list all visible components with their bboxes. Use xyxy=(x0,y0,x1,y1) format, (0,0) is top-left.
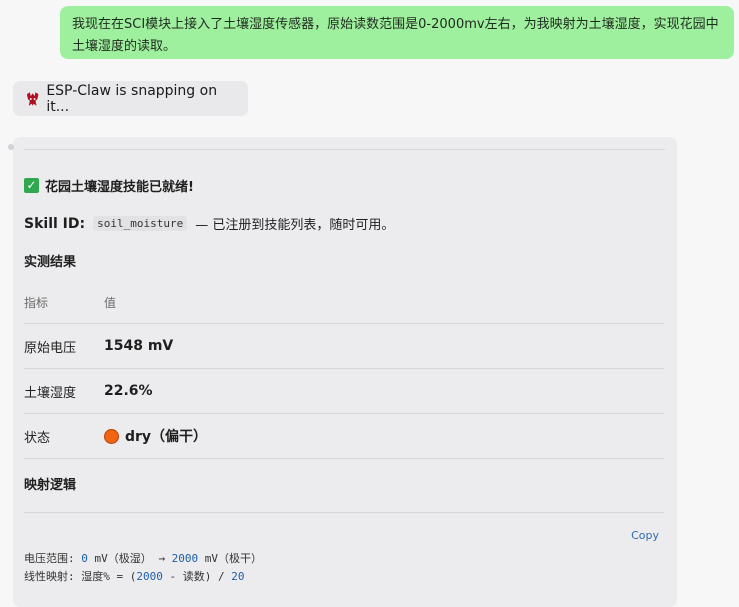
value-cell: 1548 mV xyxy=(104,338,174,354)
skill-id-line: Skill ID: soil_moisture — 已注册到技能列表，随时可用。 xyxy=(24,214,395,234)
metric-cell: 原始电压 xyxy=(24,340,77,356)
agent-status-pill: ESP-Claw is snapping on it... xyxy=(13,81,248,116)
code-text: mV（极干） xyxy=(198,552,262,565)
assistant-reply-card: ✓ 花园土壤湿度技能已就绪! Skill ID: soil_moisture —… xyxy=(8,137,677,607)
table-row: 土壤湿度 22.6% xyxy=(24,369,664,413)
skill-id-value: soil_moisture xyxy=(93,216,188,231)
code-block: 电压范围: 0 mV（极湿） → 2000 mV（极干） 线性映射: 湿度% =… xyxy=(24,550,262,586)
header-value: 值 xyxy=(104,295,117,310)
code-line-1: 电压范围: 0 mV（极湿） → 2000 mV（极干） xyxy=(24,552,262,565)
copy-button[interactable]: Copy xyxy=(631,529,659,542)
code-number: 2000 xyxy=(136,570,163,583)
status-orange-circle-icon xyxy=(104,428,119,444)
mapping-heading: 映射逻辑 xyxy=(24,478,77,493)
code-number: 2000 xyxy=(171,552,199,565)
user-message-text: 我现在在SCI模块上接入了土壤湿度传感器，原始读数范围是0-2000mv左右，为… xyxy=(72,17,719,54)
table-header-row: 指标 值 xyxy=(24,280,664,324)
row-divider xyxy=(24,458,664,459)
skill-id-suffix: — 已注册到技能列表，随时可用。 xyxy=(195,218,395,233)
check-icon: ✓ xyxy=(24,178,39,193)
message-dot xyxy=(8,144,14,150)
code-number: 0 xyxy=(81,552,88,565)
header-metric: 指标 xyxy=(24,295,49,310)
status-text: ESP-Claw is snapping on it... xyxy=(46,82,218,115)
code-line-2: 线性映射: 湿度% = (2000 - 读数) / 20 xyxy=(24,570,244,583)
ready-text: 花园土壤湿度技能已就绪! xyxy=(45,180,194,195)
metric-cell: 土壤湿度 xyxy=(24,385,77,401)
metric-cell: 状态 xyxy=(24,430,51,446)
value-cell: 22.6% xyxy=(104,383,153,399)
code-text: 电压范围: xyxy=(24,552,82,565)
code-number: 20 xyxy=(231,570,245,583)
table-row: 原始电压 1548 mV xyxy=(24,324,664,368)
claw-icon xyxy=(26,91,39,106)
code-text: mV（极湿） → xyxy=(87,552,172,565)
divider xyxy=(24,149,665,150)
value-cell: dry（偏干） xyxy=(104,426,207,446)
ready-heading: ✓ 花园土壤湿度技能已就绪! xyxy=(24,176,194,195)
code-text: - 读数) / xyxy=(162,570,232,583)
results-heading: 实测结果 xyxy=(24,255,77,270)
skill-id-label: Skill ID: xyxy=(24,215,86,232)
user-message-bubble: 我现在在SCI模块上接入了土壤湿度传感器，原始读数范围是0-2000mv左右，为… xyxy=(60,6,734,59)
table-row: 状态 dry（偏干） xyxy=(24,414,664,458)
status-value: dry（偏干） xyxy=(125,429,208,445)
code-block-divider xyxy=(24,512,664,513)
code-text: 线性映射: 湿度% = ( xyxy=(24,570,137,583)
